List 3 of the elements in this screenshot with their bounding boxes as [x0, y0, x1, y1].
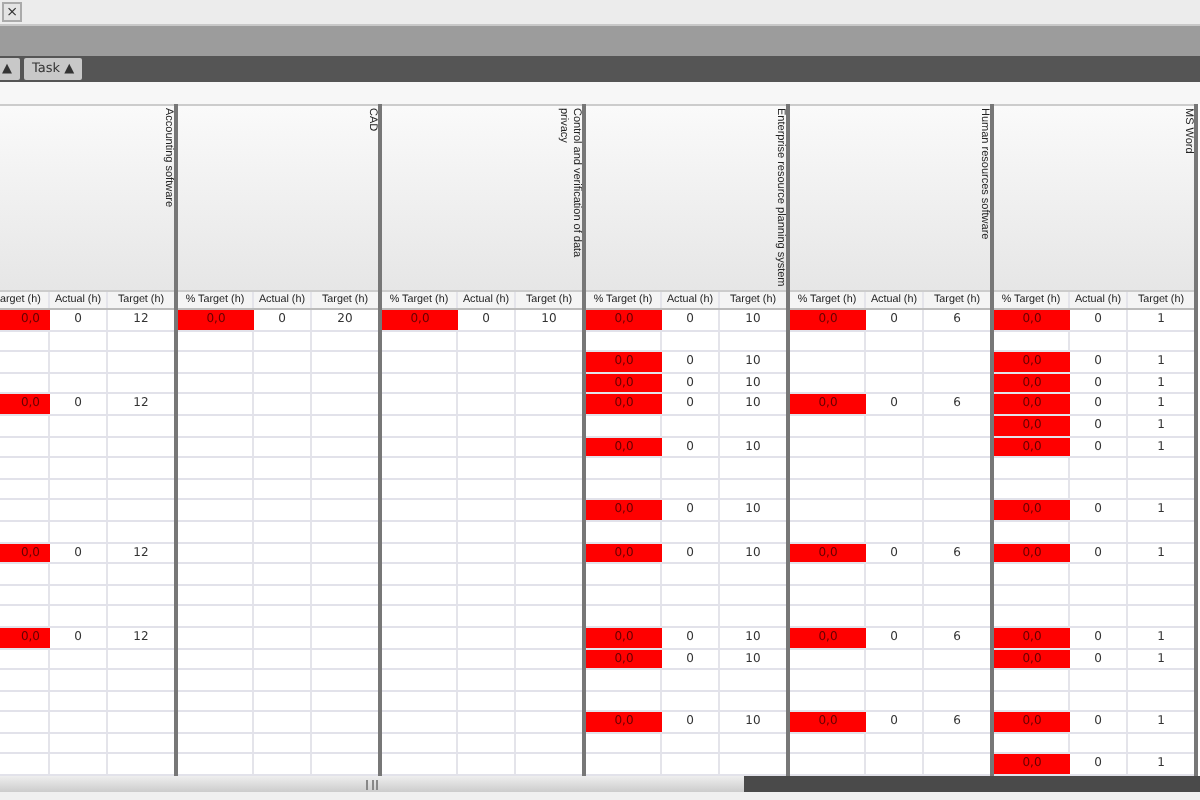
scrollbar-track[interactable]: [0, 776, 1200, 792]
scrollbar-thumb[interactable]: [0, 776, 744, 792]
grip-icon: [366, 779, 378, 789]
